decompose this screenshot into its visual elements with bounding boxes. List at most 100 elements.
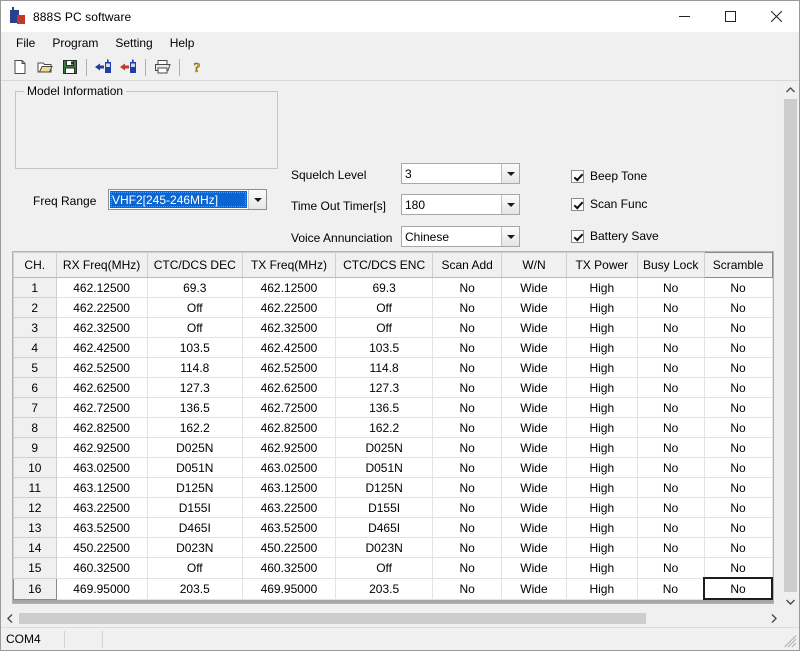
table-cell[interactable]: No xyxy=(433,478,502,498)
table-cell[interactable]: D023N xyxy=(147,538,242,558)
row-header-cell[interactable]: 3 xyxy=(14,318,57,338)
table-cell[interactable]: No xyxy=(704,438,772,458)
table-cell[interactable]: No xyxy=(433,578,502,599)
table-cell[interactable]: High xyxy=(566,498,637,518)
horizontal-scrollbar[interactable] xyxy=(1,610,782,627)
column-header-busy-lock[interactable]: Busy Lock xyxy=(637,253,704,278)
freq-range-combobox[interactable]: VHF2[245-246MHz] xyxy=(108,189,267,210)
table-cell[interactable]: 450.22500 xyxy=(56,538,147,558)
table-cell[interactable]: Wide xyxy=(502,438,567,458)
table-row[interactable]: 6462.62500127.3462.62500127.3NoWideHighN… xyxy=(14,378,773,398)
table-cell[interactable]: No xyxy=(637,378,704,398)
table-cell[interactable]: 463.12500 xyxy=(242,478,335,498)
table-cell[interactable]: 162.2 xyxy=(336,418,433,438)
table-cell[interactable]: 127.3 xyxy=(336,378,433,398)
table-cell[interactable]: D051N xyxy=(147,458,242,478)
table-cell[interactable]: No xyxy=(704,358,772,378)
table-cell[interactable]: No xyxy=(637,518,704,538)
table-cell[interactable]: 463.22500 xyxy=(56,498,147,518)
table-cell[interactable]: 463.52500 xyxy=(56,518,147,538)
table-cell[interactable]: No xyxy=(637,338,704,358)
row-header-cell[interactable]: 15 xyxy=(14,558,57,579)
table-cell[interactable]: High xyxy=(566,578,637,599)
table-cell[interactable]: 462.12500 xyxy=(56,278,147,298)
row-header-cell[interactable]: 12 xyxy=(14,498,57,518)
table-cell[interactable]: 462.82500 xyxy=(242,418,335,438)
table-cell[interactable]: Off xyxy=(147,298,242,318)
table-cell[interactable]: 462.62500 xyxy=(242,378,335,398)
table-cell[interactable]: No xyxy=(637,418,704,438)
time-out-timer-combobox[interactable]: 180 xyxy=(401,194,520,215)
row-header-cell[interactable]: 14 xyxy=(14,538,57,558)
table-cell[interactable]: 136.5 xyxy=(336,398,433,418)
table-cell[interactable]: Wide xyxy=(502,278,567,298)
table-cell[interactable]: No xyxy=(433,278,502,298)
table-cell[interactable]: No xyxy=(433,398,502,418)
vertical-scroll-thumb[interactable] xyxy=(784,99,797,592)
row-header-cell[interactable]: 1 xyxy=(14,278,57,298)
table-row[interactable]: 7462.72500136.5462.72500136.5NoWideHighN… xyxy=(14,398,773,418)
table-cell[interactable]: Wide xyxy=(502,318,567,338)
table-row[interactable]: 4462.42500103.5462.42500103.5NoWideHighN… xyxy=(14,338,773,358)
table-cell[interactable]: No xyxy=(637,558,704,579)
table-cell[interactable]: 450.22500 xyxy=(242,538,335,558)
table-row[interactable]: 3462.32500Off462.32500OffNoWideHighNoNo xyxy=(14,318,773,338)
table-cell[interactable]: 136.5 xyxy=(147,398,242,418)
battery-save-checkbox[interactable]: Battery Save xyxy=(571,229,659,243)
table-row[interactable]: 1462.1250069.3462.1250069.3NoWideHighNoN… xyxy=(14,278,773,298)
table-cell[interactable]: Wide xyxy=(502,358,567,378)
row-header-cell[interactable]: 9 xyxy=(14,438,57,458)
table-cell[interactable]: 462.22500 xyxy=(242,298,335,318)
table-cell[interactable]: High xyxy=(566,358,637,378)
table-cell[interactable]: High xyxy=(566,458,637,478)
table-cell[interactable]: Wide xyxy=(502,498,567,518)
table-cell[interactable]: No xyxy=(637,298,704,318)
table-cell[interactable]: No xyxy=(704,418,772,438)
column-header-tx-freq-mhz[interactable]: TX Freq(MHz) xyxy=(242,253,335,278)
open-folder-icon[interactable] xyxy=(32,56,57,79)
table-row[interactable]: 15460.32500Off460.32500OffNoWideHighNoNo xyxy=(14,558,773,579)
table-cell[interactable]: No xyxy=(704,518,772,538)
table-cell[interactable]: D023N xyxy=(336,538,433,558)
resize-grip-icon[interactable] xyxy=(784,635,797,648)
scroll-up-button[interactable] xyxy=(782,81,799,98)
table-cell[interactable]: 462.12500 xyxy=(242,278,335,298)
table-cell[interactable]: Wide xyxy=(502,418,567,438)
table-cell[interactable]: No xyxy=(637,438,704,458)
table-cell[interactable]: 463.02500 xyxy=(242,458,335,478)
row-header-cell[interactable]: 2 xyxy=(14,298,57,318)
row-header-cell[interactable]: 16 xyxy=(14,578,57,599)
table-cell[interactable]: D025N xyxy=(147,438,242,458)
table-cell[interactable]: No xyxy=(637,478,704,498)
table-cell[interactable]: 469.95000 xyxy=(242,578,335,599)
row-header-cell[interactable]: 8 xyxy=(14,418,57,438)
table-cell[interactable]: 203.5 xyxy=(147,578,242,599)
table-row[interactable]: 2462.22500Off462.22500OffNoWideHighNoNo xyxy=(14,298,773,318)
table-cell[interactable]: 462.82500 xyxy=(56,418,147,438)
table-cell[interactable]: No xyxy=(704,318,772,338)
table-cell[interactable]: D125N xyxy=(147,478,242,498)
scan-func-checkbox[interactable]: Scan Func xyxy=(571,197,647,211)
table-cell[interactable]: Wide xyxy=(502,558,567,579)
row-header-cell[interactable]: 4 xyxy=(14,338,57,358)
table-cell[interactable]: High xyxy=(566,558,637,579)
table-cell[interactable]: 462.52500 xyxy=(242,358,335,378)
table-cell[interactable]: No xyxy=(433,438,502,458)
write-to-radio-icon[interactable] xyxy=(116,56,141,79)
table-cell[interactable]: High xyxy=(566,318,637,338)
table-cell[interactable]: No xyxy=(637,318,704,338)
table-cell[interactable]: Wide xyxy=(502,458,567,478)
close-button[interactable] xyxy=(753,1,799,32)
table-cell[interactable]: No xyxy=(704,458,772,478)
table-cell[interactable]: Wide xyxy=(502,398,567,418)
table-cell[interactable]: No xyxy=(433,318,502,338)
table-cell[interactable]: No xyxy=(433,358,502,378)
table-cell[interactable]: No xyxy=(704,538,772,558)
table-cell[interactable]: 462.52500 xyxy=(56,358,147,378)
chevron-down-icon[interactable] xyxy=(501,164,519,183)
table-cell[interactable]: D155I xyxy=(147,498,242,518)
channel-table-container[interactable]: CH.RX Freq(MHz)CTC/DCS DECTX Freq(MHz)CT… xyxy=(12,251,774,604)
table-cell[interactable]: High xyxy=(566,418,637,438)
table-cell[interactable]: High xyxy=(566,338,637,358)
table-cell[interactable]: 460.32500 xyxy=(56,558,147,579)
